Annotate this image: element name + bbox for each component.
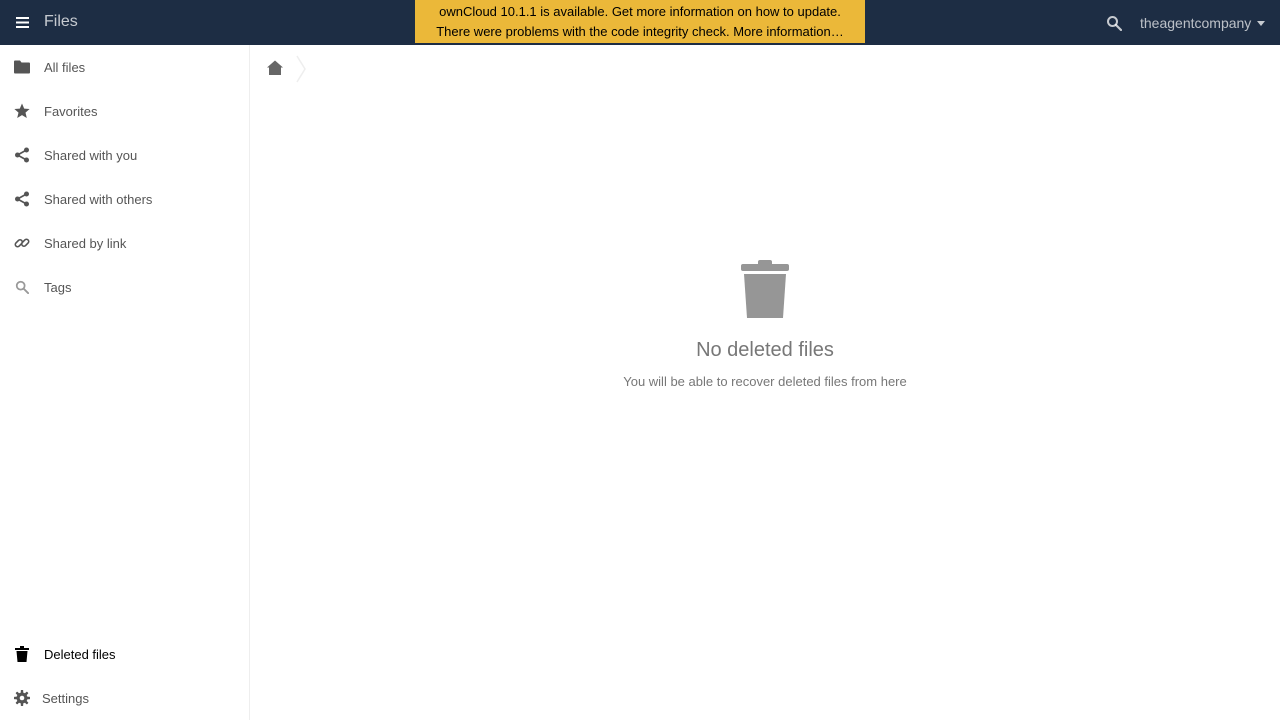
- update-notice-text[interactable]: ownCloud 10.1.1 is available. Get more i…: [439, 4, 841, 19]
- share-icon: [14, 191, 30, 207]
- folder-icon: [14, 59, 30, 75]
- sidebar-item-shared-with-others[interactable]: Shared with others: [0, 177, 250, 221]
- trash-icon: [741, 260, 789, 318]
- header: Files ownCloud 10.1.1 is available. Get …: [0, 0, 1280, 45]
- empty-title: No deleted files: [696, 339, 834, 361]
- gear-icon: [14, 690, 30, 706]
- sidebar-item-label: Favorites: [44, 104, 98, 119]
- home-icon[interactable]: [266, 59, 284, 77]
- sidebar-item-label: Deleted files: [44, 647, 116, 662]
- caret-down-icon: [1257, 20, 1266, 26]
- user-menu[interactable]: theagentcompany: [1140, 12, 1266, 34]
- app-title: Files: [44, 13, 78, 30]
- app-menu-toggle[interactable]: Files: [0, 0, 80, 45]
- sidebar-item-shared-with-you[interactable]: Shared with you: [0, 133, 250, 177]
- sidebar-item-label: Shared with others: [44, 192, 153, 207]
- empty-content: No deleted files You will be able to rec…: [250, 260, 1280, 390]
- integrity-check-notice[interactable]: There were problems with the code integr…: [415, 24, 865, 39]
- sidebar: All files Favorites Shared with you Shar…: [0, 45, 250, 720]
- trash-icon: [14, 646, 30, 662]
- sidebar-item-label: All files: [44, 60, 86, 75]
- sidebar-item-label: Shared by link: [44, 236, 127, 251]
- share-icon: [14, 147, 30, 163]
- breadcrumb: [252, 47, 308, 91]
- update-notice[interactable]: ownCloud 10.1.1 is available. Get more i…: [415, 4, 865, 19]
- sidebar-item-tags[interactable]: Tags: [0, 265, 250, 309]
- sidebar-item-favorites[interactable]: Favorites: [0, 89, 250, 133]
- sidebar-item-label: Tags: [44, 280, 72, 295]
- sidebar-item-label: Shared with you: [44, 148, 138, 163]
- sidebar-item-settings[interactable]: Settings: [0, 676, 250, 720]
- search-button[interactable]: [1100, 9, 1128, 37]
- hamburger-icon: [16, 17, 29, 28]
- search-icon: [14, 279, 30, 295]
- link-icon: [14, 235, 30, 251]
- star-icon: [14, 103, 30, 119]
- sidebar-item-all-files[interactable]: All files: [0, 45, 250, 89]
- empty-hint: You will be able to recover deleted file…: [623, 374, 907, 389]
- sidebar-item-deleted-files[interactable]: Deleted files: [0, 632, 250, 676]
- sidebar-item-shared-by-link[interactable]: Shared by link: [0, 221, 250, 265]
- search-icon: [1107, 16, 1122, 31]
- notification-banner: ownCloud 10.1.1 is available. Get more i…: [415, 0, 865, 43]
- sidebar-item-label: Settings: [42, 691, 89, 706]
- user-name: theagentcompany: [1140, 15, 1252, 31]
- breadcrumb-separator-icon: [296, 55, 306, 83]
